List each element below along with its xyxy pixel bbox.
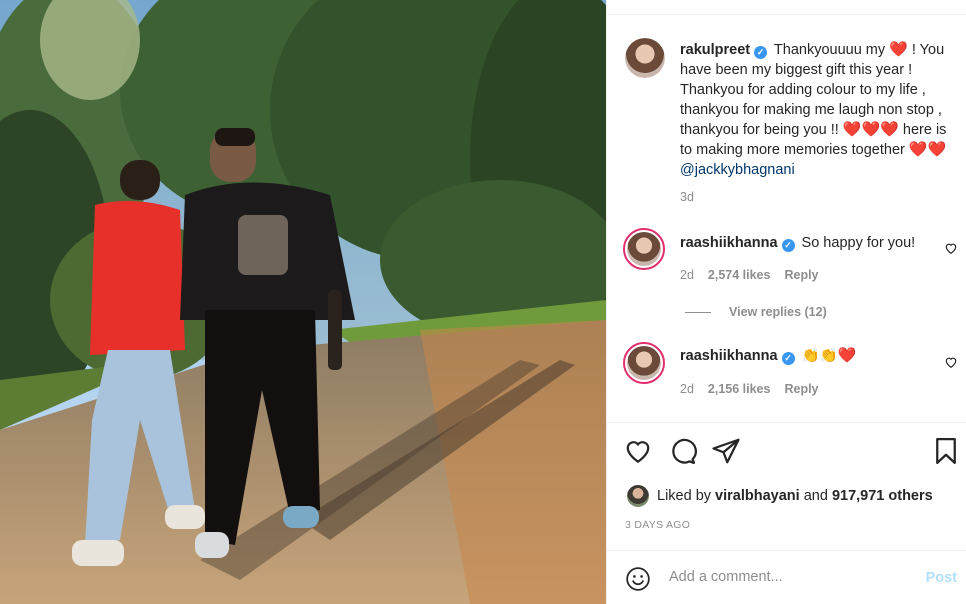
comment-username[interactable]: raashiikhanna bbox=[680, 348, 778, 364]
comment-username[interactable]: raashiikhanna bbox=[680, 235, 778, 251]
bookmark-icon[interactable] bbox=[931, 436, 961, 466]
header-divider bbox=[607, 14, 966, 15]
caption-text-1: Thankyouuuu my bbox=[773, 42, 886, 58]
heart-emoji-icon: ❤️❤️❤️ bbox=[842, 121, 899, 138]
commenter-avatar[interactable] bbox=[623, 342, 665, 384]
comment-meta: 2d 2,156 likes Reply bbox=[680, 382, 819, 396]
comment-reply-button[interactable]: Reply bbox=[784, 268, 818, 282]
post-caption: rakulpreet ✓ Thankyouuuu my ❤️ ! You have… bbox=[680, 40, 960, 180]
post-photo[interactable] bbox=[0, 0, 606, 604]
comment-item: raashiikhanna ✓ 👏👏❤️ bbox=[680, 346, 930, 366]
share-icon[interactable] bbox=[711, 436, 741, 466]
liked-by-prefix: Liked by bbox=[657, 488, 712, 504]
comment-like-heart-icon[interactable] bbox=[944, 241, 958, 255]
liked-by-and: and bbox=[803, 488, 828, 504]
comment-meta: 2d 2,574 likes Reply bbox=[680, 268, 819, 282]
comment-input[interactable] bbox=[669, 569, 909, 585]
commenter-avatar-image bbox=[627, 346, 661, 380]
comment-time[interactable]: 2d bbox=[680, 268, 694, 282]
comment-time[interactable]: 2d bbox=[680, 382, 694, 396]
post-timestamp[interactable]: 3 DAYS AGO bbox=[625, 519, 690, 531]
view-replies-button[interactable]: View replies (12) bbox=[685, 305, 827, 319]
heart-icon[interactable] bbox=[623, 436, 653, 466]
post-details-panel: rakulpreet ✓ Thankyouuuu my ❤️ ! You have… bbox=[606, 0, 966, 604]
liker-username[interactable]: viralbhayani bbox=[715, 488, 800, 504]
comment-like-heart-icon[interactable] bbox=[944, 355, 958, 369]
comment-reply-button[interactable]: Reply bbox=[784, 382, 818, 396]
verified-badge-icon: ✓ bbox=[781, 352, 795, 365]
likes-count-link[interactable]: 917,971 others bbox=[832, 488, 933, 504]
liked-by-summary: Liked by viralbhayani and 917,971 others bbox=[627, 485, 933, 507]
comment-box-divider bbox=[607, 550, 966, 551]
view-replies-label: View replies (12) bbox=[729, 305, 827, 319]
action-bar bbox=[607, 432, 966, 472]
actions-divider bbox=[607, 422, 966, 423]
liker-avatar[interactable] bbox=[627, 485, 649, 507]
author-username[interactable]: rakulpreet bbox=[680, 42, 750, 58]
comment-likes-count[interactable]: 2,574 likes bbox=[708, 268, 771, 282]
caption-mention-link[interactable]: @jackkybhagnani bbox=[680, 162, 795, 178]
replies-dash bbox=[685, 312, 711, 314]
author-avatar-image bbox=[625, 38, 665, 78]
comment-item: raashiikhanna ✓ So happy for you! bbox=[680, 233, 930, 253]
add-comment-bar: Post bbox=[607, 552, 966, 604]
heart-emoji-icon: ❤️ bbox=[837, 347, 857, 364]
caption-timestamp[interactable]: 3d bbox=[680, 190, 694, 204]
verified-badge-icon: ✓ bbox=[781, 239, 795, 252]
comment-icon[interactable] bbox=[667, 436, 697, 466]
heart-emoji-icon: ❤️ bbox=[889, 41, 908, 58]
heart-emoji-icon: ❤️❤️ bbox=[908, 141, 947, 158]
commenter-avatar-image bbox=[627, 232, 661, 266]
comment-text: 👏👏 bbox=[801, 348, 838, 364]
post-comment-button[interactable]: Post bbox=[926, 570, 957, 586]
commenter-avatar[interactable] bbox=[623, 228, 665, 270]
comment-text: So happy for you! bbox=[801, 235, 916, 251]
author-avatar[interactable] bbox=[625, 38, 665, 78]
comment-likes-count[interactable]: 2,156 likes bbox=[708, 382, 771, 396]
emoji-icon[interactable] bbox=[625, 566, 651, 592]
verified-badge-icon: ✓ bbox=[754, 46, 768, 59]
